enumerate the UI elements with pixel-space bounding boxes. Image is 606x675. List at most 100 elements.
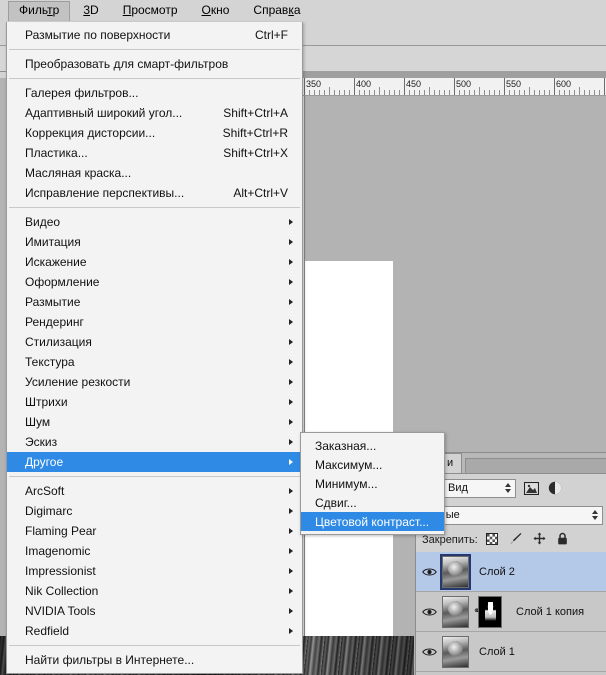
ruler-minor-tick [339, 90, 340, 95]
ruler-minor-tick [494, 90, 495, 95]
move-lock-icon[interactable] [533, 532, 546, 548]
filter-menu-item-flaming-pear[interactable]: Flaming Pear [7, 521, 302, 541]
view-mode-select[interactable]: Вид [442, 478, 516, 498]
filter-menu-item-arcsoft[interactable]: ArcSoft [7, 481, 302, 501]
menu-item-shortcut: Shift+Ctrl+A [223, 106, 288, 120]
ruler-minor-tick [499, 90, 500, 95]
menu-item-label: Максимум... [315, 457, 383, 472]
filter-menu-item-redfield[interactable]: Redfield [7, 621, 302, 641]
brush-lock-icon[interactable] [509, 532, 522, 548]
ruler-minor-tick [359, 90, 360, 95]
filter-menu-item-оформление[interactable]: Оформление [7, 272, 302, 292]
filter-menu-item-imagenomic[interactable]: Imagenomic [7, 541, 302, 561]
menu-item-label: Преобразовать для смарт-фильтров [25, 57, 229, 71]
eye-visibility-icon[interactable] [416, 647, 442, 657]
filter-menu-item-шум[interactable]: Шум [7, 412, 302, 432]
circle-adjustment-icon[interactable] [546, 480, 564, 496]
filter-menu-item-размытие[interactable]: Размытие [7, 292, 302, 312]
menubar-item-просмотр[interactable]: Просмотр [112, 1, 189, 21]
chevron-updown-icon[interactable] [592, 509, 598, 520]
ruler-minor-tick [594, 90, 595, 95]
ruler-label: 550 [506, 79, 522, 89]
menu-separator [9, 476, 300, 477]
other-filters-submenu[interactable]: Заказная... Максимум... Минимум... Сдвиг...… [300, 432, 445, 535]
menu-item-label: NVIDIA Tools [25, 604, 96, 618]
filter-menu-item-галерея-фильтров-[interactable]: Галерея фильтров... [7, 83, 302, 103]
ruler-label: 500 [456, 79, 472, 89]
filter-menu-item-impressionist[interactable]: Impressionist [7, 561, 302, 581]
menu-item-label: Галерея фильтров... [25, 86, 139, 100]
ruler-minor-tick [574, 90, 575, 95]
chevron-updown-icon[interactable] [505, 482, 511, 493]
filter-menu-item-nik-collection[interactable]: Nik Collection [7, 581, 302, 601]
menubar-item-справка[interactable]: Справка [242, 1, 311, 21]
layer-thumbnail[interactable] [442, 635, 469, 668]
menu-item-label: Исправление перспективы... [25, 186, 185, 200]
menubar-item-окно[interactable]: Окно [191, 1, 241, 21]
blend-mode-select[interactable]: ычные [420, 505, 603, 525]
layer-name[interactable]: Слой 2 [479, 566, 515, 578]
other-submenu-item-максимум-[interactable]: Максимум... [301, 455, 444, 474]
layer-thumbnail[interactable] [442, 595, 469, 628]
layer-row[interactable]: Слой 1 [416, 632, 606, 672]
other-submenu-item-сдвиг-[interactable]: Сдвиг... [301, 493, 444, 512]
chevron-right-icon [289, 459, 293, 465]
layer-name[interactable]: Слой 1 [479, 646, 515, 658]
ruler-minor-tick [384, 90, 385, 95]
chevron-right-icon [289, 319, 293, 325]
menu-item-label: Минимум... [315, 476, 378, 491]
filter-menu-item-видео[interactable]: Видео [7, 212, 302, 232]
filter-menu-item-текстура[interactable]: Текстура [7, 352, 302, 372]
eye-visibility-icon[interactable] [416, 567, 442, 577]
menu-item-shortcut: Shift+Ctrl+X [223, 146, 288, 160]
layer-thumbnail[interactable] [440, 553, 471, 590]
layer-row[interactable]: Слой 2 [416, 552, 606, 592]
filter-menu-item-nvidia-tools[interactable]: NVIDIA Tools [7, 601, 302, 621]
filter-menu-item-стилизация[interactable]: Стилизация [7, 332, 302, 352]
all-lock-icon[interactable] [557, 532, 568, 548]
ruler-minor-tick [329, 87, 330, 95]
filter-menu-item-размытие-по-поверхности[interactable]: Размытие по поверхности Ctrl+F [7, 25, 302, 45]
menubar-item-фильтр[interactable]: Фильтр [8, 1, 71, 21]
transparency-lock-icon[interactable] [485, 532, 498, 548]
layer-row[interactable]: ⚭Слой 1 копия [416, 592, 606, 632]
horizontal-ruler[interactable]: 3504004505005506006 [300, 78, 606, 96]
ruler-minor-tick [374, 90, 375, 95]
ruler-minor-tick [349, 90, 350, 95]
eye-visibility-icon[interactable] [416, 607, 442, 617]
chevron-right-icon [289, 259, 293, 265]
layer-name[interactable]: Слой 1 копия [516, 606, 584, 618]
filter-menu-item-пластика-[interactable]: Пластика... Shift+Ctrl+X [7, 143, 302, 163]
ruler-minor-tick [444, 90, 445, 95]
ruler-minor-tick [414, 90, 415, 95]
menu-item-label: Другое [25, 455, 64, 469]
filter-menu-item-digimarc[interactable]: Digimarc [7, 501, 302, 521]
image-thumbnail-icon[interactable] [522, 480, 540, 496]
filter-menu-item-масляная-краска-[interactable]: Масляная краска... [7, 163, 302, 183]
other-submenu-item-минимум-[interactable]: Минимум... [301, 474, 444, 493]
filter-menu-item-усиление-резкости[interactable]: Усиление резкости [7, 372, 302, 392]
lock-icon-group[interactable] [485, 532, 568, 548]
menubar-item-3d[interactable]: 3D [72, 1, 109, 21]
other-submenu-item-заказная-[interactable]: Заказная... [301, 436, 444, 455]
filter-menu-item-рендеринг[interactable]: Рендеринг [7, 312, 302, 332]
layer-mask-thumbnail[interactable] [478, 595, 502, 628]
ruler-minor-tick [484, 90, 485, 95]
layer-list[interactable]: Слой 2 ⚭Слой 1 копия Слой 1 [416, 552, 606, 675]
filter-menu-item-адаптивный-широкий-угол-[interactable]: Адаптивный широкий угол... Shift+Ctrl+A [7, 103, 302, 123]
filter-menu-dropdown[interactable]: Размытие по поверхности Ctrl+F Преобразова… [6, 22, 303, 674]
filter-menu-item-искажение[interactable]: Искажение [7, 252, 302, 272]
menu-separator [9, 645, 300, 646]
other-submenu-item-цветовой-контраст-[interactable]: Цветовой контраст... [301, 512, 444, 531]
filter-menu-item-эскиз[interactable]: Эскиз [7, 432, 302, 452]
filter-menu-item-преобразовать-для-смарт-фильтров[interactable]: Преобразовать для смарт-фильтров [7, 54, 302, 74]
filter-menu-item-исправление-перспективы-[interactable]: Исправление перспективы... Alt+Ctrl+V [7, 183, 302, 203]
filter-menu-item-имитация[interactable]: Имитация [7, 232, 302, 252]
menu-bar[interactable]: Фильтр 3D Просмотр Окно Справка [0, 0, 606, 22]
filter-menu-item-найти-фильтры-в-интернете-[interactable]: Найти фильтры в Интернете... [7, 650, 302, 670]
menu-item-label: Штрихи [25, 395, 68, 409]
filter-menu-item-коррекция-дисторсии-[interactable]: Коррекция дисторсии... Shift+Ctrl+R [7, 123, 302, 143]
menu-item-label: Адаптивный широкий угол... [25, 106, 183, 120]
filter-menu-item-штрихи[interactable]: Штрихи [7, 392, 302, 412]
filter-menu-item-другое[interactable]: Другое [7, 452, 302, 472]
